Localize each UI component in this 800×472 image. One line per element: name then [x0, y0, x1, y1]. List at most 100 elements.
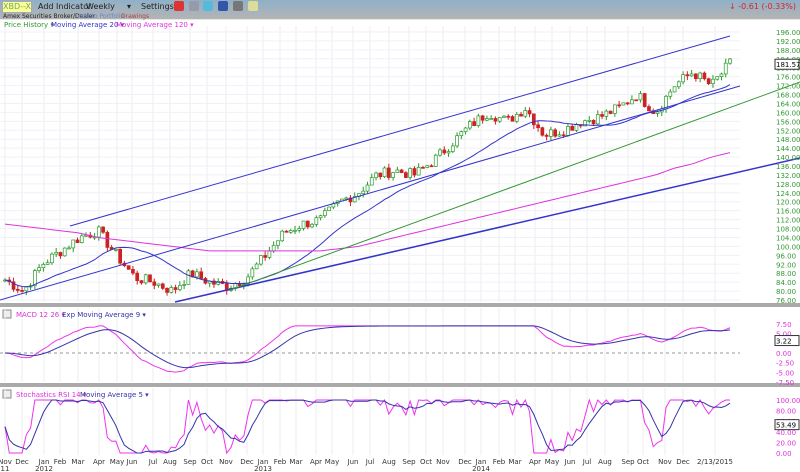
candle: [357, 193, 361, 197]
macd-signal-line: [4, 325, 731, 369]
legend-ma20[interactable]: Moving Average 20 ▾: [51, 21, 124, 29]
candle: [519, 113, 523, 117]
refresh-icon[interactable]: [174, 1, 184, 11]
ma120-line: [4, 152, 731, 252]
legend-ma120[interactable]: Moving Average 120 ▾: [116, 21, 194, 29]
candle: [143, 274, 148, 284]
candle: [638, 93, 643, 101]
candle: [67, 247, 71, 250]
candle: [45, 262, 50, 265]
candle: [126, 265, 131, 270]
candle: [442, 149, 447, 154]
candle: [3, 279, 7, 282]
last-value: 181.57: [776, 61, 800, 69]
candle: [15, 288, 20, 291]
candle: [340, 198, 344, 202]
candle: [195, 271, 199, 278]
candle: [75, 239, 80, 243]
y-tick-label: 124.00: [776, 190, 800, 198]
facebook-icon[interactable]: [218, 1, 228, 11]
candle: [135, 272, 140, 281]
candle: [591, 120, 596, 125]
add-indicator-button[interactable]: Add Indicator: [38, 2, 91, 11]
close-macd-icon[interactable]: [2, 309, 12, 319]
candle: [28, 285, 33, 288]
candle: [237, 283, 242, 287]
candle: [438, 149, 442, 156]
trendline-lower[interactable]: [174, 157, 800, 303]
candle: [450, 145, 455, 152]
pane-divider[interactable]: [0, 383, 800, 387]
note-icon[interactable]: [248, 1, 258, 11]
candle: [617, 104, 621, 107]
candle: [327, 206, 331, 212]
candle: [676, 81, 681, 88]
legend-ma5[interactable]: Moving Average 5 ▾: [80, 391, 149, 399]
candle: [58, 252, 63, 257]
candle: [429, 165, 434, 168]
symbol-field[interactable]: XBD--X: [2, 1, 32, 13]
stoch-tick-label: 60.00: [776, 418, 796, 426]
candle: [412, 168, 417, 176]
candle: [220, 280, 225, 284]
x-tick-label: Sep: [183, 458, 197, 466]
legend-stoch[interactable]: Stochastics RSI 14 ▾: [16, 391, 86, 399]
x-tick-label: Mar: [508, 458, 521, 466]
candle: [391, 172, 395, 178]
y-tick-label: 140.00: [776, 154, 800, 162]
x-tick-label: Mar: [71, 458, 84, 466]
y-tick-label: 84.00: [776, 279, 796, 287]
candle: [233, 283, 238, 289]
y-tick-label: 192.00: [776, 38, 800, 46]
close-stoch-icon[interactable]: [2, 389, 12, 399]
print-icon[interactable]: [189, 1, 199, 11]
x-tick-year: 11: [1, 465, 10, 472]
candle: [630, 99, 634, 105]
x-tick-label: Jan: [475, 458, 487, 466]
candle: [148, 274, 152, 283]
trendline-middle[interactable]: [0, 85, 741, 301]
x-tick-label: Aug: [163, 458, 177, 466]
trendline-green[interactable]: [229, 81, 800, 291]
candle: [493, 118, 498, 122]
legend-macd[interactable]: MACD 12 26 ▾: [16, 311, 65, 319]
legend-price[interactable]: Price History ▾: [4, 21, 54, 29]
candle: [378, 172, 383, 178]
trendline-upper[interactable]: [69, 35, 731, 227]
legend-ema9[interactable]: Exp Moving Average 9 ▾: [62, 311, 146, 319]
candle: [199, 271, 204, 279]
x-tick-label: Oct: [201, 458, 213, 466]
macd-line: [4, 325, 731, 373]
x-tick-label: Oct: [637, 458, 649, 466]
candle: [216, 280, 221, 285]
drawings-link[interactable]: Drawings: [121, 13, 149, 20]
x-tick-label: Jan: [38, 458, 50, 466]
candle: [96, 226, 101, 238]
candle: [651, 110, 656, 114]
x-tick-label: Sep: [621, 458, 635, 466]
y-tick-label: 92.00: [776, 261, 796, 269]
chevron-down-icon[interactable]: ▾: [127, 2, 131, 11]
last-value-box: [774, 419, 800, 431]
candle: [297, 228, 302, 231]
legend-stoch-label: Stochastics RSI 14: [16, 391, 81, 399]
x-tick-label: Oct: [420, 458, 432, 466]
candle: [50, 253, 54, 264]
camera-icon[interactable]: [233, 1, 243, 11]
twitter-icon[interactable]: [203, 1, 213, 11]
add-portfolio-link[interactable]: Add to Portfolio: [78, 13, 124, 20]
x-tick-label: Jun: [564, 458, 576, 466]
candle: [224, 283, 229, 291]
settings-button[interactable]: Settings: [141, 2, 174, 11]
candle: [310, 223, 314, 228]
y-tick-label: 160.00: [776, 109, 800, 117]
candle: [668, 91, 673, 97]
candle: [408, 168, 412, 178]
pane-divider[interactable]: [0, 303, 800, 307]
candle: [267, 250, 272, 258]
interval-select[interactable]: Weekly: [86, 2, 115, 11]
candle: [715, 76, 720, 80]
candle: [212, 280, 216, 285]
x-tick-label: May: [545, 458, 559, 466]
x-tick-label: Dec: [676, 458, 690, 466]
